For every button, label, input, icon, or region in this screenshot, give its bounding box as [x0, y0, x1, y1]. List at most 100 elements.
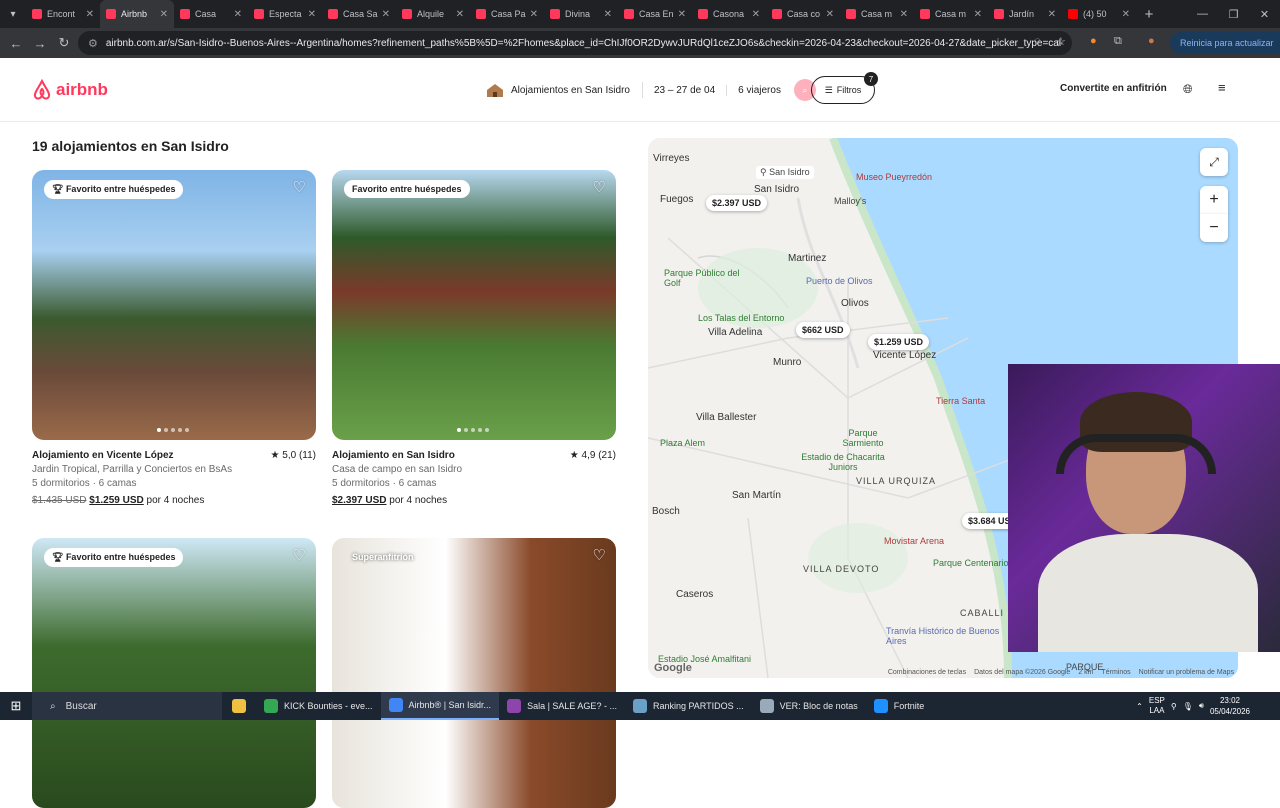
back-icon[interactable]: ← [4, 36, 28, 51]
mic-icon[interactable]: 🎙︎ [1183, 702, 1193, 711]
listing-photo[interactable]: 🏆︎ Favorito entre huéspedes ♡ [32, 538, 316, 808]
browser-tab[interactable]: Casa Pa✕ [470, 0, 544, 28]
heart-icon[interactable]: ♡ [593, 546, 606, 564]
listing-new-price[interactable]: $2.397 USD [332, 495, 386, 506]
filters-button[interactable]: ☰ Filtros 7 [811, 76, 875, 104]
map-price-marker[interactable]: $1.259 USD [868, 334, 929, 350]
listing-photo[interactable]: Superanfitrión ♡ [332, 538, 616, 808]
tab-close-icon[interactable]: ✕ [308, 9, 316, 20]
map-terms-link[interactable]: Términos [1101, 669, 1130, 676]
fullscreen-icon[interactable]: ⤢ [1200, 148, 1228, 176]
restore-icon[interactable]: ❐ [1218, 0, 1249, 28]
browser-tab[interactable]: Airbnb✕ [100, 0, 174, 28]
extension-icon[interactable]: ● [1090, 35, 1097, 47]
taskbar-app[interactable]: Sala | SALE AGE? - ... [499, 692, 625, 720]
tab-search-icon[interactable]: ▾ [0, 0, 26, 28]
tab-close-icon[interactable]: ✕ [530, 9, 538, 20]
tab-close-icon[interactable]: ✕ [678, 9, 686, 20]
volume-icon[interactable]: 🔊︎ [1199, 701, 1204, 711]
windows-start-icon[interactable]: ⊞ [0, 698, 32, 714]
browser-tab[interactable]: Divina✕ [544, 0, 618, 28]
heart-icon[interactable]: ♡ [593, 178, 606, 196]
file-explorer-icon[interactable] [222, 692, 256, 720]
network-icon[interactable]: ⚲ [1171, 702, 1177, 711]
listing-card[interactable]: 🏆︎ Favorito entre huéspedes ♡ [32, 538, 316, 808]
tab-close-icon[interactable]: ✕ [234, 9, 242, 20]
tab-close-icon[interactable]: ✕ [974, 9, 982, 20]
browser-tab[interactable]: Especta✕ [248, 0, 322, 28]
taskbar-search[interactable]: ⌕Buscar [32, 692, 222, 720]
become-host-link[interactable]: Convertite en anfitrión [1060, 83, 1167, 94]
browser-tab[interactable]: Casa co✕ [766, 0, 840, 28]
map-report-link[interactable]: Notificar un problema de Maps [1139, 669, 1234, 676]
search-bar[interactable]: Alojamientos en San Isidro 23 – 27 de 04… [473, 75, 816, 105]
tab-title: Encont [47, 9, 83, 19]
minimize-icon[interactable]: — [1187, 0, 1218, 28]
zoom-in-icon[interactable]: + [1200, 186, 1228, 214]
taskbar-app[interactable]: Airbnb® | San Isidr... [381, 692, 500, 720]
language-indicator[interactable]: ESP LAA [1149, 696, 1165, 716]
search-icon: ⌕ [802, 85, 807, 96]
site-info-icon[interactable]: ⚙ [88, 37, 98, 50]
search-dates[interactable]: 23 – 27 de 04 [643, 85, 727, 96]
update-button[interactable]: Reinicia para actualizar⋮ [1170, 32, 1280, 54]
tab-close-icon[interactable]: ✕ [1122, 9, 1130, 20]
browser-tab[interactable]: Jardín✕ [988, 0, 1062, 28]
browser-tab[interactable]: Casona✕ [692, 0, 766, 28]
tab-close-icon[interactable]: ✕ [752, 9, 760, 20]
browser-tab[interactable]: Casa✕ [174, 0, 248, 28]
browser-tab[interactable]: Casa m✕ [914, 0, 988, 28]
taskbar-app[interactable]: KICK Bounties - eve... [256, 692, 381, 720]
tab-close-icon[interactable]: ✕ [456, 9, 464, 20]
search-guests[interactable]: 6 viajeros [727, 85, 792, 96]
map-label: San Isidro [769, 167, 810, 177]
tab-close-icon[interactable]: ✕ [86, 9, 94, 20]
menu-icon[interactable]: ≡ [1218, 80, 1226, 95]
bookmark-star-icon[interactable]: ☆ [1056, 35, 1066, 48]
browser-tab[interactable]: Alquile✕ [396, 0, 470, 28]
taskbar-app[interactable]: VER: Bloc de notas [752, 692, 866, 720]
listing-new-price[interactable]: $1.259 USD [89, 495, 143, 506]
browser-tab[interactable]: Casa Sa✕ [322, 0, 396, 28]
extensions-puzzle-icon[interactable]: ⧉ [1114, 35, 1122, 48]
address-bar[interactable]: ⚙ airbnb.com.ar/s/San-Isidro--Buenos-Air… [78, 31, 1072, 55]
reload-icon[interactable]: ↻ [52, 35, 76, 51]
map-shortcuts-link[interactable]: Combinaciones de teclas [888, 669, 966, 676]
map-price-marker[interactable]: $662 USD [796, 322, 850, 338]
browser-tab[interactable]: Casa En✕ [618, 0, 692, 28]
taskbar-app[interactable]: Fortnite [866, 692, 933, 720]
map-price-marker[interactable]: $2.397 USD [706, 195, 767, 211]
globe-icon[interactable]: 🌐︎ [1183, 82, 1193, 97]
airbnb-logo[interactable]: airbnb [32, 79, 108, 101]
listing-card[interactable]: Superanfitrión ♡ [332, 538, 616, 808]
heart-icon[interactable]: ♡ [293, 178, 306, 196]
tab-close-icon[interactable]: ✕ [160, 9, 168, 20]
browser-tab[interactable]: (4) 50✕ [1062, 0, 1136, 28]
browser-tab[interactable]: Casa m✕ [840, 0, 914, 28]
search-location[interactable]: Alojamientos en San Isidro [473, 82, 643, 98]
taskbar-app[interactable]: Ranking PARTIDOS ... [625, 692, 752, 720]
clock[interactable]: 23:0205/04/2026 [1210, 695, 1250, 717]
listing-card[interactable]: 🏆︎ Favorito entre huéspedes ♡ Alojamient… [32, 170, 316, 506]
tab-close-icon[interactable]: ✕ [826, 9, 834, 20]
tab-close-icon[interactable]: ✕ [382, 9, 390, 20]
browser-tab[interactable]: Encont✕ [26, 0, 100, 28]
new-tab-button[interactable]: + [1136, 6, 1162, 23]
listing-photo[interactable]: Favorito entre huéspedes ♡ [332, 170, 616, 440]
profile-avatar[interactable]: ● [1148, 35, 1155, 47]
map-label: Parque Centenario [933, 558, 1013, 568]
tray-chevron-icon[interactable]: ⌃ [1136, 702, 1143, 711]
listing-photo[interactable]: 🏆︎ Favorito entre huéspedes ♡ [32, 170, 316, 440]
listing-card[interactable]: Favorito entre huéspedes ♡ Alojamiento e… [332, 170, 616, 506]
eye-off-icon[interactable]: ◌ [1034, 35, 1041, 47]
google-logo[interactable]: Google [654, 662, 692, 674]
forward-icon[interactable]: → [28, 36, 52, 51]
tab-close-icon[interactable]: ✕ [604, 9, 612, 20]
tab-close-icon[interactable]: ✕ [1048, 9, 1056, 20]
heart-icon[interactable]: ♡ [293, 546, 306, 564]
map-label: Museo Pueyrredón [856, 172, 932, 182]
close-window-icon[interactable]: ✕ [1249, 0, 1280, 28]
tab-close-icon[interactable]: ✕ [900, 9, 908, 20]
zoom-out-icon[interactable]: − [1200, 214, 1228, 242]
tab-favicon [994, 9, 1004, 19]
